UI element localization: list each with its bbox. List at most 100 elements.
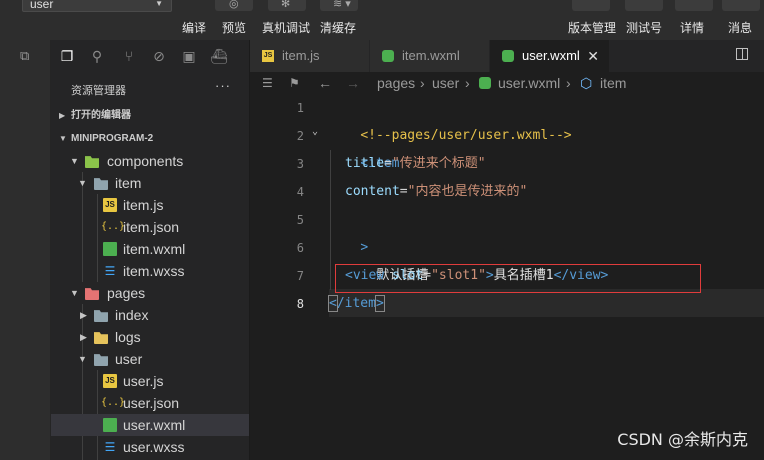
explorer-sidebar: ❐ ⚲ ⑂ ⊘ ▣ ⛴ 资源管理器 ··· ▶ 打开的编辑器 ▼ MINIPRO… (51, 40, 250, 460)
tree-file-item-wxss[interactable]: ☰ item.wxss (51, 260, 249, 282)
tree-file-user-wxss[interactable]: ☰ user.wxss (51, 436, 249, 458)
tree-file-user-js[interactable]: JS user.js (51, 370, 249, 392)
line-number: 3 (296, 157, 304, 171)
chevron-down-icon: ▼ (78, 354, 87, 364)
code-bracket: > (374, 295, 385, 312)
breadcrumb-user[interactable]: user (432, 72, 459, 94)
device-debug-button[interactable]: 真机调试 (262, 19, 310, 36)
chevron-down-icon: ▼ (59, 134, 67, 143)
watermark: CSDN @余斯内克 (617, 430, 748, 449)
preview-button[interactable]: 预览 (222, 19, 246, 36)
top-toolbar: user ▼ ◎ ✻ ≋ ▾ 编译 预览 真机调试 清缓存 版本管理 测试号 详… (0, 0, 764, 40)
wxml-file-icon (103, 242, 117, 256)
message-icon-button[interactable] (722, 0, 760, 11)
tree-folder-components[interactable]: ▼ components (51, 150, 249, 172)
json-file-icon: {..} (101, 397, 126, 408)
tab-item-js[interactable]: JS item.js (250, 40, 370, 72)
css-file-icon: ☰ (104, 440, 116, 454)
tab-user-wxml[interactable]: user.wxml ✕ (490, 40, 610, 72)
chevron-right-icon: ▶ (80, 310, 87, 320)
split-editor-icon[interactable] (736, 48, 748, 60)
forward-arrow-icon[interactable]: → (346, 72, 360, 94)
tree-folder-pages[interactable]: ▼ pages (51, 282, 249, 304)
version-icon-button[interactable] (572, 0, 610, 11)
breadcrumb-pages[interactable]: pages (377, 72, 415, 94)
line-number: 4 (296, 185, 304, 199)
tree-label: pages (107, 285, 146, 301)
code-attr: title (345, 156, 385, 171)
wxml-file-icon (103, 418, 117, 432)
line-number: 8 (296, 297, 304, 311)
open-editors-section[interactable]: ▶ 打开的编辑器 (51, 105, 249, 127)
tree-label: user.json (123, 395, 180, 411)
bug-icon: ✻ (281, 0, 291, 10)
tree-file-user-json[interactable]: {..} user.json (51, 392, 249, 414)
tree-file-item-js[interactable]: JS item.js (51, 194, 249, 216)
tree-label: user.js (123, 373, 164, 389)
tree-file-item-json[interactable]: {..} item.json (51, 216, 249, 238)
tree-label: logs (115, 329, 141, 345)
editor-tabbar: JS item.js item.wxml user.wxml ✕ (250, 40, 764, 72)
test-account-icon-button[interactable] (625, 0, 663, 11)
tree-folder-user[interactable]: ▼ user (51, 348, 249, 370)
js-file-icon: JS (103, 374, 117, 388)
tree-label: item.json (123, 219, 180, 235)
chevron-down-icon: ▼ (70, 156, 79, 166)
tree-label: index (115, 307, 149, 323)
fold-chevron-icon[interactable]: ⌄ (312, 118, 318, 146)
code-line-3: title="传进来个标题" (345, 150, 486, 178)
line-number: 5 (296, 213, 304, 227)
details-icon-button[interactable] (675, 0, 713, 11)
docker-icon[interactable]: ⛴ (209, 46, 229, 66)
messages-button[interactable]: 消息 (728, 19, 752, 36)
tree-label: user (115, 351, 143, 367)
breadcrumb-separator: › (465, 75, 470, 91)
tab-item-wxml[interactable]: item.wxml (370, 40, 490, 72)
project-select[interactable]: user ▼ (22, 0, 172, 12)
tree-label: user.wxml (123, 417, 186, 433)
tree-folder-index[interactable]: ▶ index (51, 304, 249, 326)
tree-folder-logs[interactable]: ▶ logs (51, 326, 249, 348)
tree-label: item (115, 175, 142, 191)
search-icon[interactable]: ⚲ (87, 46, 107, 66)
clear-cache-button[interactable]: 清缓存 (320, 19, 356, 36)
element-icon: ⬡ (580, 75, 593, 91)
menu-icon[interactable]: ☰ (262, 72, 273, 94)
extensions-icon[interactable]: ▣ (179, 46, 199, 66)
more-actions-button[interactable]: ··· (215, 78, 231, 93)
tree-label: user.wxss (123, 439, 185, 455)
debug-icon[interactable]: ⊘ (149, 46, 169, 66)
open-editors-label: 打开的编辑器 (71, 110, 131, 121)
folder-icon (94, 354, 108, 366)
explorer-title: 资源管理器 (71, 85, 126, 97)
details-button[interactable]: 详情 (680, 19, 704, 36)
source-control-icon[interactable]: ⑂ (119, 46, 139, 66)
tab-label: user.wxml (522, 48, 580, 63)
version-control-button[interactable]: 版本管理 (568, 19, 616, 36)
breadcrumb-file[interactable]: user.wxml (498, 72, 560, 94)
code-eq: = (399, 184, 408, 199)
breadcrumb-element[interactable]: item (600, 72, 626, 94)
test-account-button[interactable]: 测试号 (626, 19, 662, 36)
json-file-icon: {..} (101, 221, 126, 232)
code-line-4: content="内容也是传进来的" (345, 178, 527, 206)
project-section[interactable]: ▼ MINIPROGRAM-2 (51, 128, 249, 150)
files-icon[interactable]: ❐ (57, 46, 77, 66)
folder-icon (94, 310, 108, 322)
compile-button[interactable]: 编译 (182, 19, 206, 36)
code-string: "内容也是传进来的" (407, 184, 528, 199)
annotation-highlight-box (335, 264, 701, 293)
tree-label: item.wxss (123, 263, 185, 279)
back-arrow-icon[interactable]: ← (318, 72, 332, 94)
copy-window-icon[interactable]: ⧉ (20, 48, 34, 63)
line-number: 7 (296, 269, 304, 283)
wxml-file-icon (479, 77, 491, 89)
close-icon[interactable]: ✕ (587, 40, 599, 72)
bookmark-icon[interactable]: ⚑ (289, 72, 300, 94)
tree-file-item-wxml[interactable]: item.wxml (51, 238, 249, 260)
css-file-icon: ☰ (104, 264, 116, 278)
code-bracket: < (328, 295, 338, 312)
tree-file-user-wxml[interactable]: user.wxml (51, 414, 249, 436)
tree-folder-item[interactable]: ▼ item (51, 172, 249, 194)
eye-icon: ◎ (229, 0, 239, 10)
